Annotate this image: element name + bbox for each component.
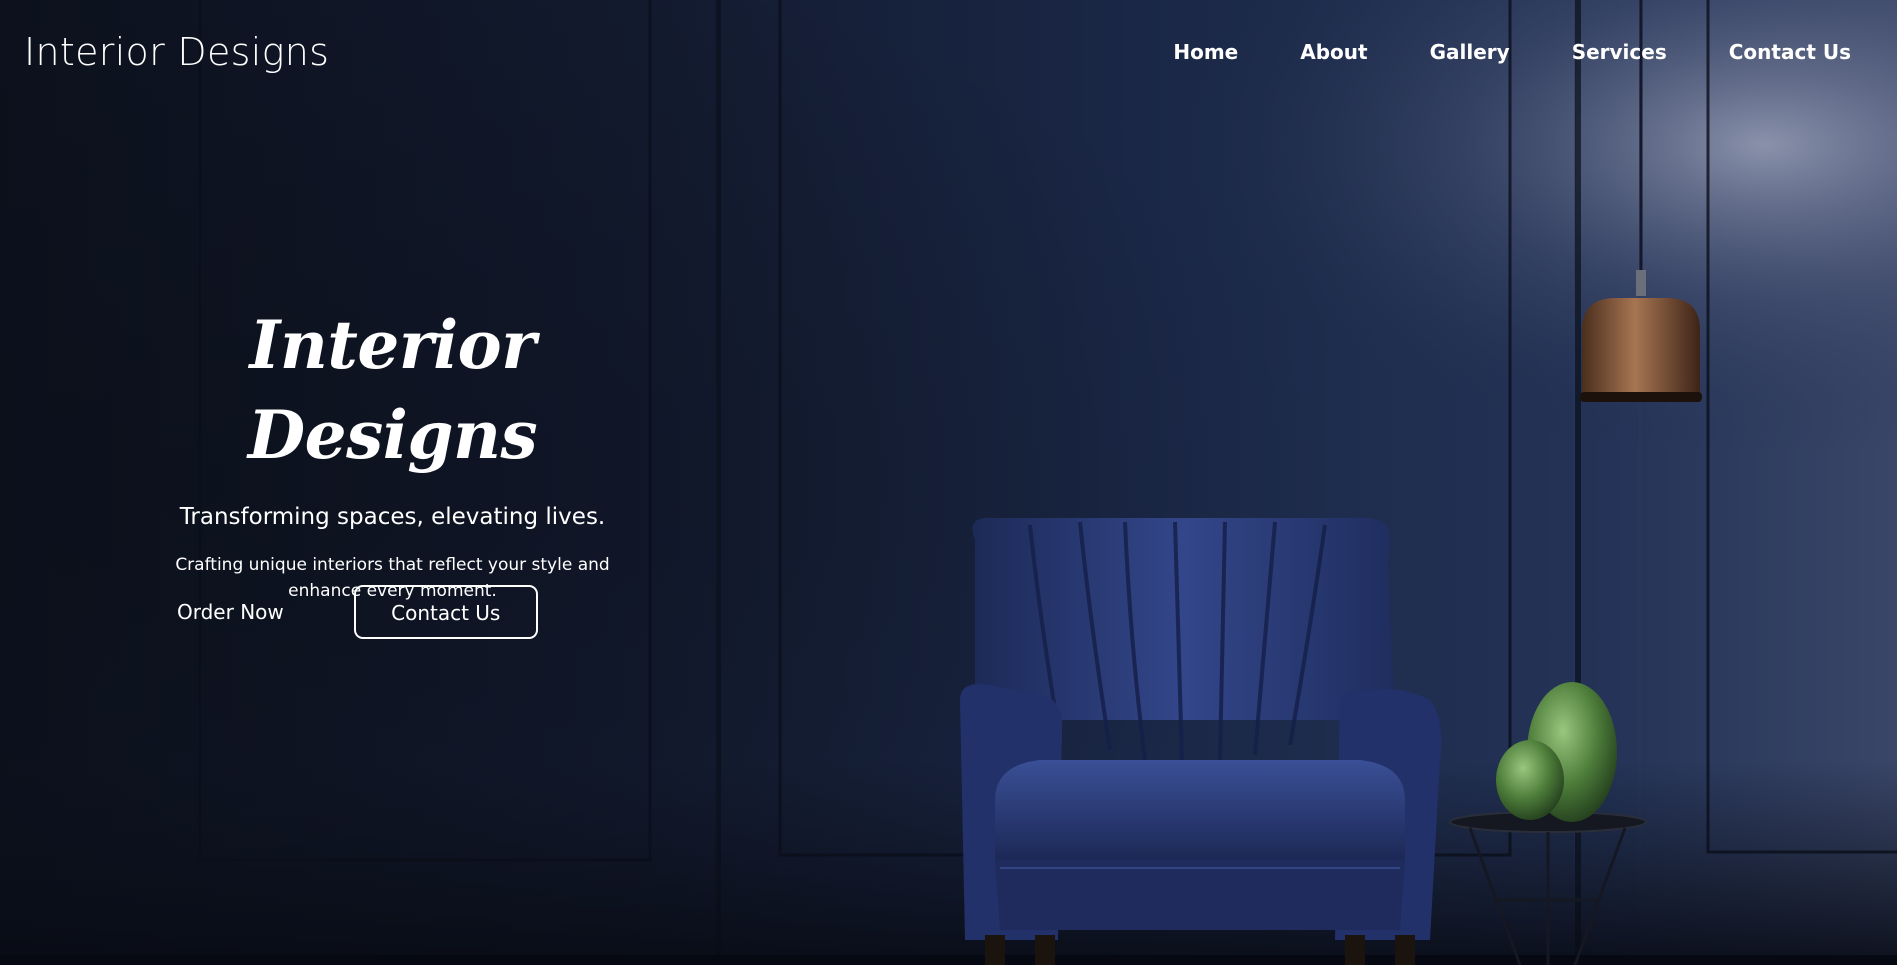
nav-item-services: Services: [1572, 36, 1667, 68]
nav-item-home: Home: [1173, 36, 1238, 68]
nav-item-contact: Contact Us: [1729, 36, 1851, 68]
hero-cta-group: Order Now Contact Us: [165, 585, 538, 639]
nav-link-services[interactable]: Services: [1572, 36, 1667, 68]
order-now-button[interactable]: Order Now: [165, 585, 296, 639]
hero-tagline: Transforming spaces, elevating lives.: [179, 504, 606, 530]
hero-title: Interior Designs: [247, 306, 538, 474]
contact-us-button[interactable]: Contact Us: [353, 585, 538, 639]
page: Interior Designs Home About Gallery Serv…: [0, 0, 1897, 965]
main-navigation: Home About Gallery Services Contact Us: [1173, 36, 1851, 68]
nav-link-home[interactable]: Home: [1173, 36, 1238, 68]
nav-item-about: About: [1300, 36, 1367, 68]
site-logo[interactable]: Interior Designs: [24, 28, 329, 76]
nav-link-gallery[interactable]: Gallery: [1430, 36, 1510, 68]
nav-link-contact-us[interactable]: Contact Us: [1729, 36, 1851, 68]
nav-link-about[interactable]: About: [1300, 36, 1367, 68]
hero-content: Interior Designs Transforming spaces, el…: [140, 300, 645, 604]
nav-item-gallery: Gallery: [1430, 36, 1510, 68]
